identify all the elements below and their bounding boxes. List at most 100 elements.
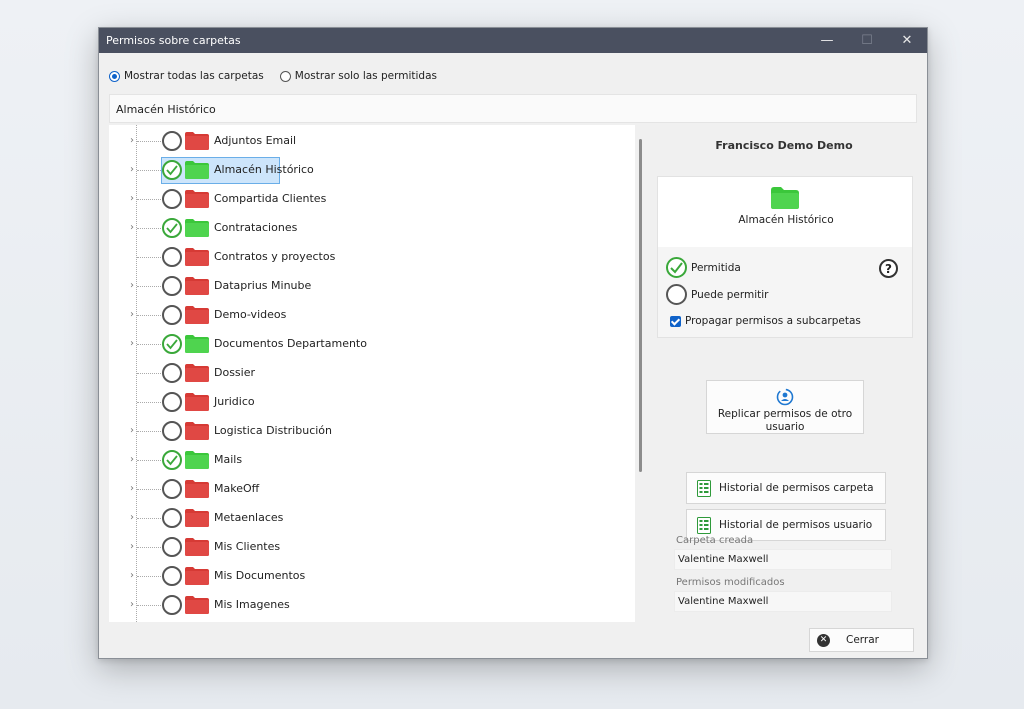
radio-show-all-indicator[interactable] [109,70,120,82]
tree-item[interactable]: › Mis Imagenes [109,591,609,620]
permission-check-icon[interactable] [162,450,182,470]
tree-item[interactable]: › Almacén Histórico [109,156,609,185]
tree-item-label: Almacén Histórico [214,163,314,176]
folder-tree[interactable]: › Adjuntos Email › Almacén Histórico › Compar… [109,125,635,622]
tree-item-label: Dataprius Minube [214,279,312,292]
tree-item-label: Mails [214,453,243,466]
tree-item[interactable]: Contratos y proyectos [109,243,609,272]
permissions-dialog: Permisos sobre carpetas — ☐ ✕ Mostrar to… [98,27,928,659]
spreadsheet-icon [697,479,711,497]
permitted-option[interactable]: Permitida [666,257,741,278]
tree-item[interactable]: Juridico [109,388,609,417]
can-permit-option[interactable]: Puede permitir [666,284,768,305]
tree-connector [137,518,161,519]
close-button[interactable]: ✕ Cerrar [809,628,914,652]
permission-check-icon[interactable] [162,595,182,615]
propagate-checkbox[interactable] [670,315,681,327]
folder-icon [771,187,799,209]
tree-item[interactable]: Dossier [109,359,609,388]
radio-show-allowed-label: Mostrar solo las permitidas [294,70,437,82]
permission-check-icon[interactable] [162,479,182,499]
permission-check-icon[interactable] [162,537,182,557]
permission-check-icon[interactable] [162,334,182,354]
permission-check-icon[interactable] [162,276,182,296]
radio-show-allowed-indicator[interactable] [279,70,291,82]
user-name: Francisco Demo Demo [715,139,853,152]
tree-item[interactable]: › Adjuntos Email [109,127,609,156]
tree-item-label: Dossier [214,366,256,379]
permission-check-icon[interactable] [162,363,182,383]
tree-item[interactable]: › Dataprius Minube [109,272,609,301]
permission-check-icon[interactable] [162,247,182,267]
tree-item[interactable]: › Mis Documentos [109,562,609,591]
folder-history-label: Historial de permisos carpeta [719,482,874,494]
replicate-permissions-button[interactable]: Replicar permisos de otro usuario [706,380,864,434]
permission-check-icon[interactable] [162,218,182,238]
radio-show-all-label: Mostrar todas las carpetas [124,70,264,82]
created-label: Carpeta creada [676,535,754,546]
tree-item[interactable]: › Compartida Clientes [109,185,609,214]
tree-connector [137,170,161,171]
tree-item[interactable]: › Mis Clientes [109,533,609,562]
tree-connector [137,576,161,577]
propagate-option[interactable]: Propagar permisos a subcarpetas [670,315,861,327]
tree-item-label: Adjuntos Email [214,134,297,147]
radio-show-all[interactable]: Mostrar todas las carpetas [109,70,264,82]
radio-show-allowed[interactable]: Mostrar solo las permitidas [279,70,437,82]
modified-value: Valentine Maxwell [674,591,892,612]
tree-item[interactable]: › Mails [109,446,609,475]
tree-connector [137,344,161,345]
folder-icon [185,393,209,411]
permission-check-icon[interactable] [162,189,182,209]
tree-item-label: Contratos y proyectos [214,250,336,263]
permission-check-icon[interactable] [162,160,182,180]
tree-item[interactable]: › MakeOff [109,475,609,504]
tree-item[interactable]: › Documentos Departamento [109,330,609,359]
folder-icon [185,538,209,556]
permitted-check-icon[interactable] [666,257,687,278]
folder-icon [185,480,209,498]
folder-icon [185,190,209,208]
tree-connector [137,373,161,374]
tree-connector [137,286,161,287]
user-sync-icon [776,388,794,406]
close-window-button[interactable]: ✕ [887,28,927,53]
tree-scrollbar-thumb[interactable] [639,139,642,472]
window-title: Permisos sobre carpetas [106,34,241,47]
permission-check-icon[interactable] [162,566,182,586]
permission-check-icon[interactable] [162,392,182,412]
folder-icon [185,596,209,614]
minimize-button[interactable]: — [807,28,847,53]
help-icon[interactable]: ? [879,259,898,278]
permission-check-icon[interactable] [162,131,182,151]
permission-check-icon[interactable] [162,421,182,441]
folder-icon [185,335,209,353]
selected-folder-name: Almacén Histórico [738,214,834,226]
folder-icon [185,219,209,237]
tree-connector [137,228,161,229]
tree-connector [137,257,161,258]
replicate-label: Replicar permisos de otro usuario [717,408,853,433]
tree-item-label: MakeOff [214,482,260,495]
propagate-label: Propagar permisos a subcarpetas [685,315,861,327]
tree-item[interactable]: › Metaenlaces [109,504,609,533]
maximize-button[interactable]: ☐ [847,28,887,53]
title-bar: Permisos sobre carpetas — ☐ ✕ [99,28,927,53]
folder-filter: Mostrar todas las carpetas Mostrar solo … [109,70,437,82]
tree-connector [137,605,161,606]
tree-item[interactable]: › Logistica Distribución [109,417,609,446]
permission-check-icon[interactable] [162,305,182,325]
tree-item-label: Mis Clientes [214,540,281,553]
permission-panel: Francisco Demo Demo Almacén Histórico Pe… [649,125,919,622]
close-label: Cerrar [846,634,879,646]
window-controls: — ☐ ✕ [807,28,927,53]
can-permit-check-icon[interactable] [666,284,687,305]
tree-item[interactable]: › Contrataciones [109,214,609,243]
tree-item[interactable]: › Demo-videos [109,301,609,330]
tree-item-label: Compartida Clientes [214,192,327,205]
folder-history-button[interactable]: Historial de permisos carpeta [686,472,886,504]
tree-scrollbar[interactable] [636,125,646,622]
folder-icon [185,364,209,382]
permission-check-icon[interactable] [162,508,182,528]
folder-icon [185,132,209,150]
